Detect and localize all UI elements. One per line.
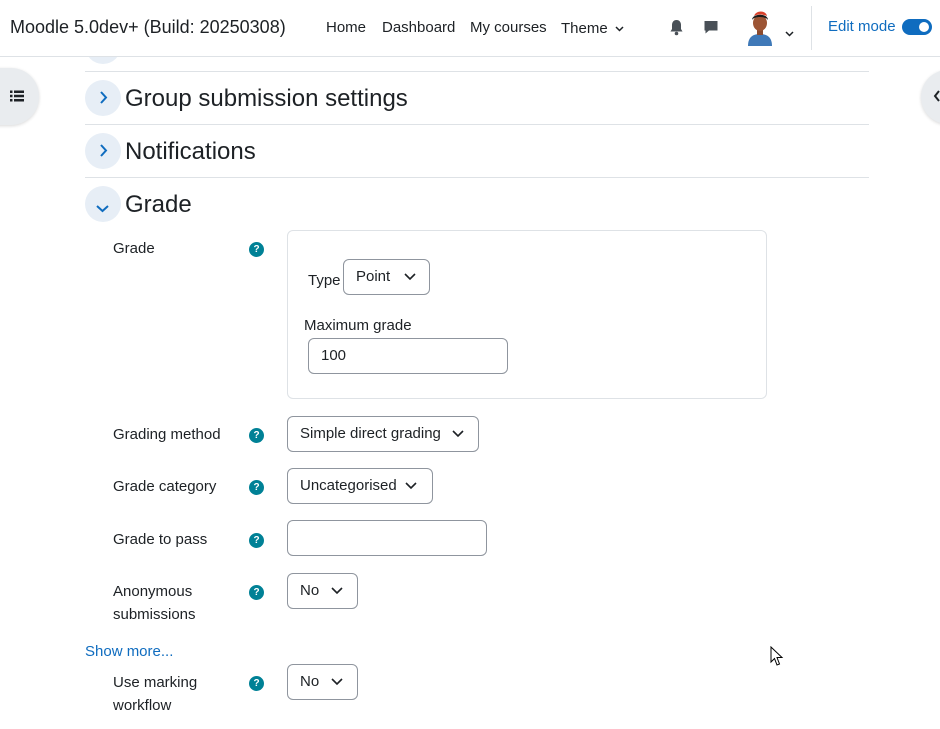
- nav-theme-label: Theme: [561, 20, 608, 37]
- nav-my-courses[interactable]: My courses: [470, 19, 547, 36]
- course-index-drawer-toggle[interactable]: [0, 68, 39, 125]
- help-icon[interactable]: ?: [249, 533, 264, 548]
- chevron-right-icon: [99, 90, 108, 110]
- user-menu-chevron-icon[interactable]: [785, 24, 794, 42]
- help-icon[interactable]: ?: [249, 480, 264, 495]
- grading-method-select[interactable]: Simple direct grading: [287, 416, 479, 452]
- grade-type-select[interactable]: Point: [343, 259, 430, 295]
- grade-type-label: Type: [308, 272, 341, 289]
- edit-mode-toggle[interactable]: [902, 19, 932, 35]
- chevron-left-icon: [933, 89, 940, 108]
- help-icon[interactable]: ?: [249, 585, 264, 600]
- section-title-notifications[interactable]: Notifications: [125, 138, 256, 166]
- grade-label: Grade: [113, 240, 155, 257]
- chevron-down-icon: [405, 469, 417, 516]
- nav-dashboard[interactable]: Dashboard: [382, 19, 455, 36]
- avatar[interactable]: [744, 10, 776, 46]
- show-more-link[interactable]: Show more...: [85, 643, 173, 660]
- section-toggle-notifications[interactable]: [85, 133, 121, 169]
- grade-type-value: Point: [356, 268, 391, 285]
- help-icon[interactable]: ?: [249, 676, 264, 691]
- list-icon: [10, 89, 24, 107]
- section-divider: [85, 71, 869, 72]
- help-icon[interactable]: ?: [249, 242, 264, 257]
- section-divider: [85, 124, 869, 125]
- marking-workflow-value: No: [300, 673, 320, 690]
- chevron-down-icon: [331, 665, 343, 712]
- section-title-group-submission[interactable]: Group submission settings: [125, 85, 408, 113]
- chevron-down-icon: [452, 417, 464, 464]
- mouse-cursor-icon: [770, 645, 784, 672]
- edit-mode-label[interactable]: Edit mode: [828, 18, 896, 35]
- grade-to-pass-label: Grade to pass: [113, 531, 208, 548]
- section-toggle-grade[interactable]: [85, 186, 121, 222]
- navbar-divider: [811, 6, 812, 50]
- block-drawer-toggle[interactable]: [921, 70, 940, 124]
- chat-icon[interactable]: [703, 19, 719, 40]
- help-icon[interactable]: ?: [249, 428, 264, 443]
- chevron-down-icon: [615, 19, 624, 36]
- top-navbar: Moodle 5.0dev+ (Build: 20250308) Home Da…: [0, 0, 940, 57]
- anonymous-submissions-select[interactable]: No: [287, 573, 358, 609]
- grade-category-value: Uncategorised: [300, 477, 397, 494]
- grade-category-label: Grade category: [113, 478, 217, 495]
- grade-to-pass-input[interactable]: [287, 520, 487, 556]
- section-divider: [85, 177, 869, 178]
- marking-workflow-label: Use marking workflow: [113, 674, 198, 714]
- anonymous-submissions-value: No: [300, 582, 320, 599]
- grade-category-select[interactable]: Uncategorised: [287, 468, 433, 504]
- chevron-right-icon: [99, 143, 108, 163]
- chevron-down-icon: [331, 574, 343, 621]
- marking-workflow-select[interactable]: No: [287, 664, 358, 700]
- section-title-grade[interactable]: Grade: [125, 191, 192, 219]
- chevron-down-icon: [95, 200, 110, 218]
- anonymous-submissions-label: Anonymous submissions: [113, 583, 196, 623]
- nav-home[interactable]: Home: [326, 19, 366, 36]
- grading-method-label: Grading method: [113, 426, 221, 443]
- section-toggle-group-submission[interactable]: [85, 80, 121, 116]
- grading-method-value: Simple direct grading: [300, 425, 441, 442]
- bell-icon[interactable]: [669, 19, 684, 41]
- site-name[interactable]: Moodle 5.0dev+ (Build: 20250308): [10, 17, 286, 38]
- max-grade-input[interactable]: 100: [308, 338, 508, 374]
- chevron-down-icon: [404, 260, 416, 307]
- max-grade-label: Maximum grade: [304, 317, 412, 334]
- nav-theme[interactable]: Theme: [561, 19, 624, 37]
